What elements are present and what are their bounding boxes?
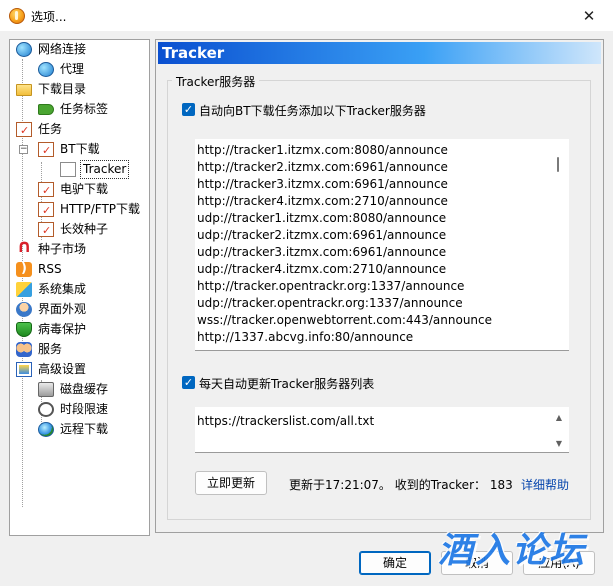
- network-globe-icon: [16, 42, 32, 57]
- magnet-icon: [16, 237, 32, 257]
- app-logo-icon: [9, 8, 25, 24]
- task-icon: [38, 201, 54, 220]
- auto-update-checkbox[interactable]: ✓: [182, 376, 195, 389]
- tracker-scrollbar-thumb[interactable]: [557, 157, 559, 172]
- advanced-icon: [16, 362, 32, 377]
- rss-icon: [16, 259, 32, 278]
- group-title: Tracker服务器: [172, 73, 260, 90]
- clock-icon: [38, 402, 54, 417]
- panel-header: Tracker: [158, 42, 601, 64]
- tracker-url-line: http://tracker.opentrackr.org:1337/annou…: [197, 279, 465, 293]
- tracker-url-line: http://tracker4.itzmx.com:2710/announce: [197, 194, 448, 208]
- auto-update-label: 每天自动更新Tracker服务器列表: [199, 377, 375, 391]
- tree-expander-bt[interactable]: −: [19, 145, 28, 154]
- integration-icon: [16, 282, 32, 297]
- folder-icon: [16, 84, 32, 96]
- proxy-globe-icon: [38, 62, 54, 77]
- auto-add-label: 自动向BT下载任务添加以下Tracker服务器: [199, 104, 426, 118]
- tracker-url-line: udp://tracker2.itzmx.com:6961/announce: [197, 228, 447, 242]
- auto-add-checkbox[interactable]: ✓: [182, 103, 195, 116]
- tracker-groupbox: Tracker服务器 ✓ 自动向BT下载任务添加以下Tracker服务器 htt…: [167, 73, 591, 520]
- disk-icon: [38, 382, 54, 397]
- update-status-text: 更新于17:21:07。 收到的Tracker： 183: [289, 478, 513, 492]
- task-icon: [38, 221, 54, 240]
- tracker-url-line: udp://tracker4.itzmx.com:2710/announce: [197, 262, 447, 276]
- update-now-button[interactable]: 立即更新: [195, 471, 267, 495]
- globe-icon: [38, 422, 54, 437]
- settings-panel: Tracker Tracker服务器 ✓ 自动向BT下载任务添加以下Tracke…: [155, 39, 604, 533]
- window-title: 选项...: [31, 10, 67, 24]
- tracker-url-line: udp://tracker.opentrackr.org:1337/announ…: [197, 296, 463, 310]
- close-icon[interactable]: ✕: [579, 6, 599, 26]
- forum-watermark: 酒入论坛: [438, 531, 587, 571]
- tracker-url-line: http://tracker1.itzmx.com:8080/announce: [197, 143, 448, 157]
- ok-button[interactable]: 确定: [359, 551, 431, 575]
- scroll-down-arrow-icon[interactable]: ▼: [553, 439, 565, 449]
- tracker-url-line: udp://tracker3.itzmx.com:6961/announce: [197, 245, 447, 259]
- update-url-textarea[interactable]: https://trackerslist.com/all.txt ▲ ▼: [195, 407, 569, 453]
- tag-icon: [38, 104, 54, 115]
- task-icon: [16, 121, 32, 140]
- task-icon: [38, 181, 54, 200]
- title-bar: 选项... ✕: [0, 0, 613, 32]
- tracker-url-line: udp://tracker1.itzmx.com:8080/announce: [197, 211, 447, 225]
- task-icon: [38, 141, 54, 160]
- help-link[interactable]: 详细帮助: [521, 476, 569, 493]
- tracker-url-line: http://tracker2.itzmx.com:6961/announce: [197, 160, 448, 174]
- tracker-url-line: http://1337.abcvg.info:80/announce: [197, 330, 414, 344]
- shield-icon: [16, 322, 32, 337]
- options-tree[interactable]: 网络连接 代理 下载目录 任务标签 任务 − BT下载 Tracker 电驴下载…: [9, 39, 150, 536]
- scroll-up-arrow-icon[interactable]: ▲: [553, 413, 565, 423]
- file-icon: [60, 162, 76, 177]
- update-url-text: https://trackerslist.com/all.txt: [197, 414, 375, 428]
- tracker-lines: http://tracker1.itzmx.com:8080/announce h…: [197, 142, 492, 346]
- appearance-icon: [16, 302, 32, 317]
- tracker-url-line: wss://tracker.openwebtorrent.com:443/ann…: [197, 313, 493, 327]
- users-icon: [16, 342, 32, 357]
- tracker-url-line: http://tracker3.itzmx.com:6961/announce: [197, 177, 448, 191]
- tracker-list-textarea[interactable]: http://tracker1.itzmx.com:8080/announce h…: [195, 139, 569, 351]
